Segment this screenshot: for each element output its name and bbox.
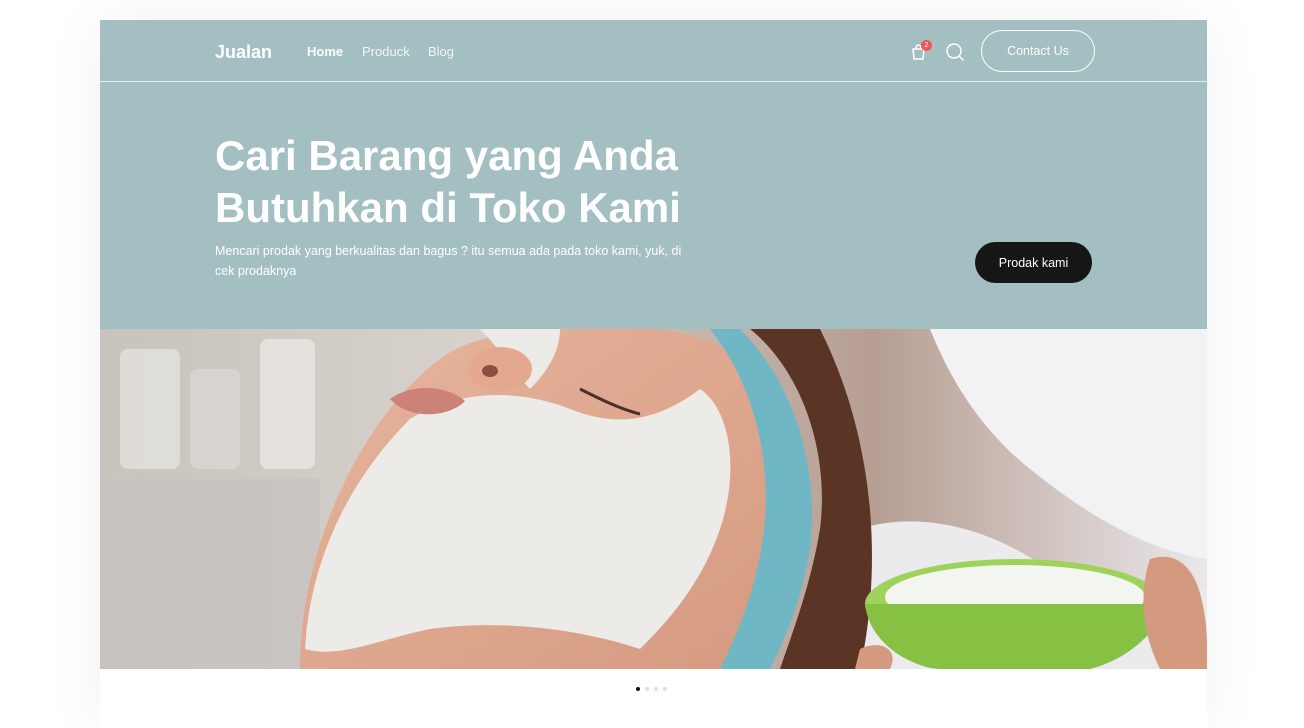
cart-badge: 2 <box>921 40 932 51</box>
hero-subtitle-line1: Mencari prodak yang berkualitas dan bagu… <box>215 244 682 258</box>
hero-title-line2: Butuhkan di Toko Kami <box>215 184 681 231</box>
facial-mask-photo <box>100 329 1207 669</box>
hero-subtitle-line2: cek prodaknya <box>215 264 297 278</box>
hero-image <box>100 329 1207 669</box>
nav-produck[interactable]: Produck <box>362 44 410 59</box>
search-icon <box>946 43 964 61</box>
search-button[interactable] <box>945 42 965 62</box>
carousel-dots <box>636 687 667 691</box>
prodak-kami-button[interactable]: Prodak kami <box>975 242 1092 283</box>
carousel-dot-1[interactable] <box>636 687 640 691</box>
navbar: Jualan Home Produck Blog 2 Contact Us <box>100 20 1207 82</box>
nav-home[interactable]: Home <box>307 44 343 59</box>
nav-blog[interactable]: Blog <box>428 44 454 59</box>
hero-title: Cari Barang yang Anda Butuhkan di Toko K… <box>215 130 735 234</box>
contact-us-button[interactable]: Contact Us <box>981 30 1095 72</box>
carousel-dot-2[interactable] <box>645 687 649 691</box>
cart-button[interactable]: 2 <box>909 40 932 62</box>
carousel-dot-4[interactable] <box>663 687 667 691</box>
hero-section: Jualan Home Produck Blog 2 Contact Us Ca <box>100 20 1207 329</box>
page-frame: Jualan Home Produck Blog 2 Contact Us Ca <box>100 20 1207 728</box>
logo[interactable]: Jualan <box>215 42 272 63</box>
hero-title-line1: Cari Barang yang Anda <box>215 132 678 179</box>
hero-subtitle: Mencari prodak yang berkualitas dan bagu… <box>215 241 715 281</box>
carousel-dot-3[interactable] <box>654 687 658 691</box>
